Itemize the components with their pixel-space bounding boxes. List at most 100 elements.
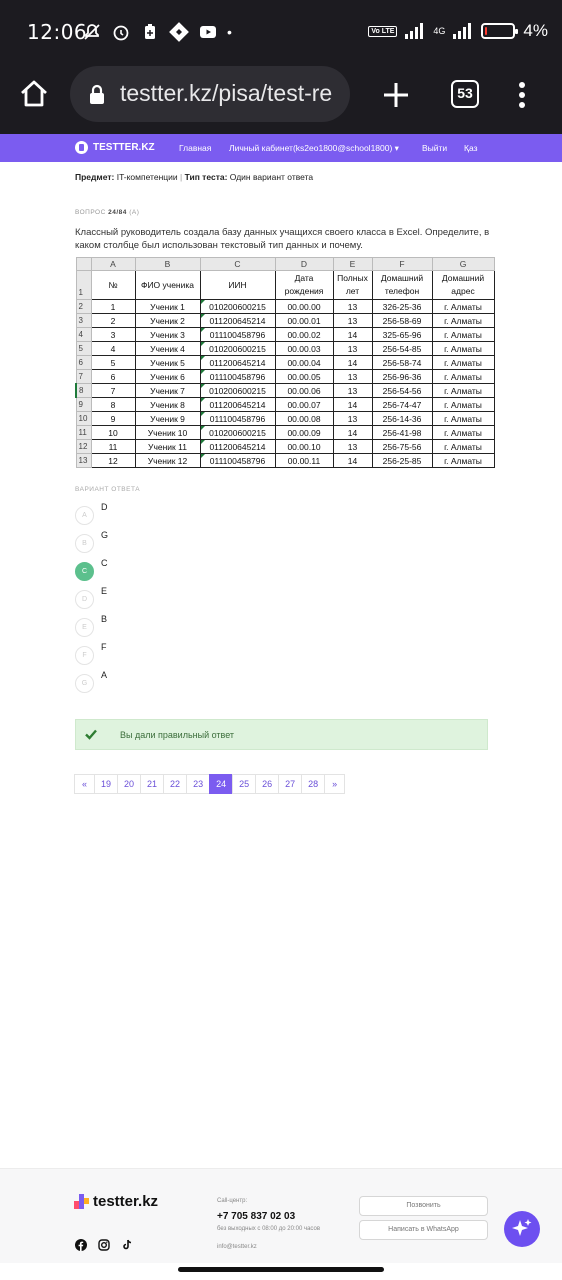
facebook-icon[interactable] bbox=[75, 1239, 87, 1251]
address-bar[interactable]: testter.kz/pisa/test-re bbox=[70, 66, 350, 122]
footer-phone[interactable]: +7 705 837 02 03 bbox=[217, 1211, 295, 1222]
excel-column-letter: F bbox=[371, 257, 433, 271]
pagination-page[interactable]: 27 bbox=[278, 774, 303, 794]
answer-radio[interactable]: A bbox=[75, 506, 94, 525]
excel-cell: Ученик 11 bbox=[134, 439, 201, 454]
excel-cell: 00.00.10 bbox=[274, 439, 334, 454]
footer-email[interactable]: info@testter.kz bbox=[217, 1244, 257, 1250]
nav-link-logout[interactable]: Выйти bbox=[422, 143, 447, 153]
answer-radio[interactable]: C bbox=[75, 562, 94, 581]
answer-option-text[interactable]: B bbox=[101, 614, 107, 624]
excel-cell: 256-14-36 bbox=[371, 411, 433, 426]
pagination-page[interactable]: 21 bbox=[140, 774, 165, 794]
url-text[interactable]: testter.kz/pisa/test-re bbox=[120, 80, 342, 107]
nav-link-home[interactable]: Главная bbox=[179, 143, 211, 153]
gesture-handle[interactable] bbox=[178, 1267, 384, 1272]
answer-option-a[interactable]: AD bbox=[75, 502, 275, 528]
excel-header-cell: № bbox=[90, 270, 136, 300]
answer-option-text[interactable]: A bbox=[101, 670, 107, 680]
tab-switcher-button[interactable]: 53 bbox=[451, 80, 479, 108]
nav-link-cabinet[interactable]: Личный кабинет(ks2eo1800@school1800) ▾ bbox=[229, 143, 399, 154]
site-brand[interactable]: TESTTER.KZ bbox=[75, 141, 155, 154]
question-number: ВОПРОС 24/84 (A) bbox=[75, 209, 139, 216]
excel-cell: г. Алматы bbox=[431, 425, 495, 440]
status-notification-icons: • bbox=[82, 22, 232, 42]
answer-radio[interactable]: B bbox=[75, 534, 94, 553]
excel-cell: 256-25-85 bbox=[371, 453, 433, 468]
answer-option-f[interactable]: FF bbox=[75, 642, 275, 668]
pagination-page[interactable]: 23 bbox=[186, 774, 211, 794]
pagination-prev[interactable]: « bbox=[74, 774, 95, 794]
excel-header-text: Полных bbox=[337, 273, 368, 283]
pagination-page[interactable]: 24 bbox=[209, 774, 234, 794]
excel-cell: 00.00.01 bbox=[274, 313, 334, 328]
instagram-icon[interactable] bbox=[98, 1239, 110, 1251]
tiktok-icon[interactable] bbox=[121, 1239, 133, 1251]
subject-value: IT-компетенции bbox=[116, 172, 178, 182]
excel-cell: г. Алматы bbox=[431, 397, 495, 412]
new-tab-icon[interactable] bbox=[381, 80, 411, 110]
answer-option-d[interactable]: DE bbox=[75, 586, 275, 612]
answer-option-c[interactable]: CC bbox=[75, 558, 275, 584]
pagination-page[interactable]: 26 bbox=[255, 774, 280, 794]
answer-option-text[interactable]: G bbox=[101, 530, 108, 540]
excel-row-number: 8 bbox=[75, 383, 92, 398]
answer-option-e[interactable]: EB bbox=[75, 614, 275, 640]
home-icon[interactable] bbox=[18, 78, 50, 110]
footer-hours: без выходных с 08:00 до 20:00 часов bbox=[217, 1226, 321, 1232]
excel-header-text: Домашний bbox=[380, 273, 424, 283]
excel-cell: 010200600215 bbox=[199, 341, 276, 356]
answer-option-text[interactable]: F bbox=[101, 642, 107, 652]
status-right: Vo LTE 4G 4% bbox=[368, 21, 548, 41]
excel-cell: Ученик 5 bbox=[134, 355, 201, 370]
excel-cell: 011100458796 bbox=[199, 411, 276, 426]
excel-column-letter: D bbox=[274, 257, 334, 271]
answer-radio[interactable]: F bbox=[75, 646, 94, 665]
lock-icon[interactable] bbox=[88, 84, 106, 104]
answers-label: ВАРИАНТ ОТВЕТА bbox=[75, 486, 141, 493]
excel-data-row: 4 3 Ученик 3 011100458796 00.00.02 14 325-65-9… bbox=[75, 327, 495, 342]
answer-radio[interactable]: E bbox=[75, 618, 94, 637]
excel-column-letter: B bbox=[134, 257, 201, 271]
excel-cell: 00.00.09 bbox=[274, 425, 334, 440]
excel-cell: 14 bbox=[332, 355, 373, 370]
excel-header-row: 1 № ФИО ученика ИИН Дата рождения Полных лет Дом… bbox=[75, 270, 495, 300]
more-menu-icon[interactable] bbox=[514, 80, 530, 110]
clipboard-icon bbox=[145, 24, 155, 39]
excel-cell: 3 bbox=[90, 327, 136, 342]
excel-header-text: лет bbox=[345, 286, 360, 296]
pagination-page[interactable]: 19 bbox=[94, 774, 119, 794]
pagination-page[interactable]: 25 bbox=[232, 774, 257, 794]
answer-radio[interactable]: G bbox=[75, 674, 94, 693]
answer-option-g[interactable]: GA bbox=[75, 670, 275, 696]
pagination-next[interactable]: » bbox=[324, 774, 346, 794]
excel-header-text: ФИО ученика bbox=[140, 279, 195, 290]
excel-cell: 14 bbox=[332, 327, 373, 342]
excel-data-row: 11 10 Ученик 10 010200600215 00.00.09 14 256-4… bbox=[75, 425, 495, 440]
excel-data-row: 13 12 Ученик 12 011100458796 00.00.11 14 256-2… bbox=[75, 453, 495, 468]
excel-row-number: 11 bbox=[75, 425, 92, 440]
browser-toolbar: testter.kz/pisa/test-re 53 bbox=[0, 64, 562, 134]
excel-cell: 14 bbox=[332, 425, 373, 440]
pagination-page[interactable]: 28 bbox=[301, 774, 326, 794]
answer-option-text[interactable]: C bbox=[101, 558, 108, 568]
whatsapp-button[interactable]: Написать в WhatsApp bbox=[359, 1220, 488, 1240]
answer-radio[interactable]: D bbox=[75, 590, 94, 609]
answer-option-text[interactable]: E bbox=[101, 586, 107, 596]
answer-option-text[interactable]: D bbox=[101, 502, 108, 512]
pagination-page[interactable]: 22 bbox=[163, 774, 188, 794]
excel-cell: 00.00.11 bbox=[274, 453, 334, 468]
answer-option-b[interactable]: BG bbox=[75, 530, 275, 556]
excel-cell: 7 bbox=[90, 383, 136, 398]
signal-icon-2 bbox=[453, 23, 472, 39]
footer-logo[interactable]: testter.kz bbox=[74, 1193, 158, 1210]
excel-header-cell: Полных лет bbox=[332, 270, 373, 300]
excel-cell: 13 bbox=[332, 299, 373, 314]
pagination-page[interactable]: 20 bbox=[117, 774, 142, 794]
assistant-fab[interactable] bbox=[504, 1211, 540, 1247]
call-button[interactable]: Позвонить bbox=[359, 1196, 488, 1216]
result-alert: Вы дали правильный ответ bbox=[75, 719, 488, 750]
excel-cell: 256-75-56 bbox=[371, 439, 433, 454]
excel-cell: 256-54-56 bbox=[371, 383, 433, 398]
nav-link-language[interactable]: Қаз bbox=[464, 143, 477, 153]
